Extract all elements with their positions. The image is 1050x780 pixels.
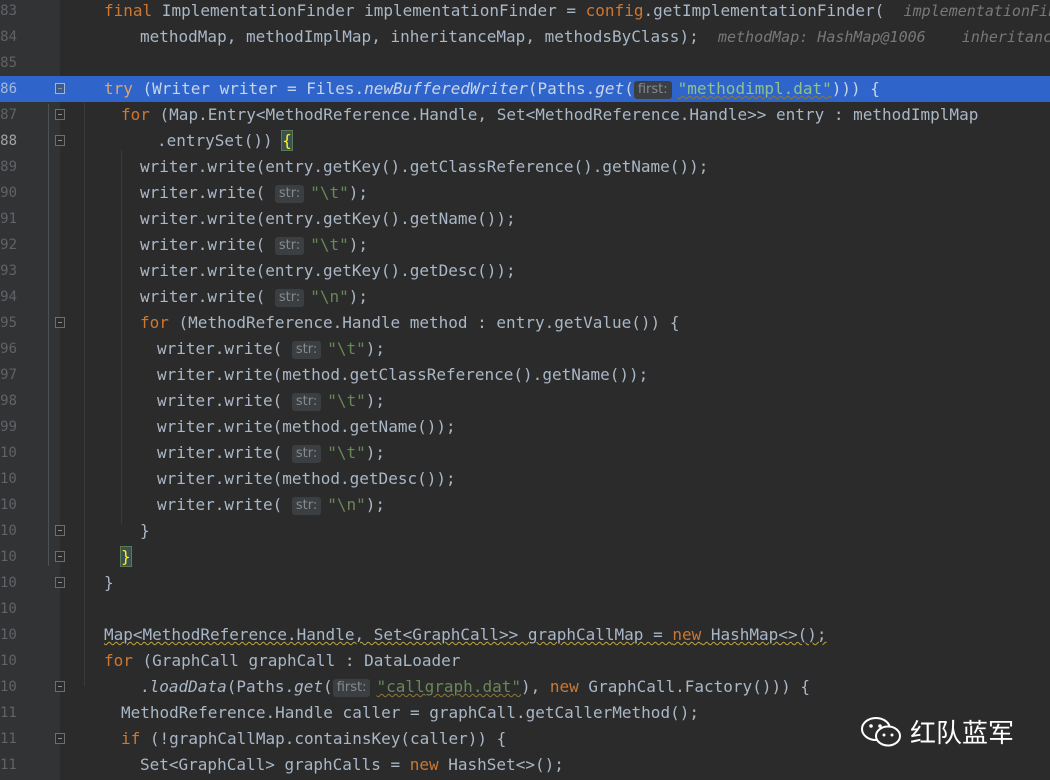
line-number: 96 (0, 341, 17, 357)
code-text: for (GraphCall graphCall : DataLoader (104, 651, 461, 670)
line-number: 86 (0, 81, 17, 97)
code-text: writer.write(entry.getKey().getClassRefe… (140, 157, 709, 176)
line-number: 93 (0, 263, 17, 279)
fold-icon[interactable] (55, 577, 65, 588)
code-line[interactable]: 98 writer.write( str: "\t"); (0, 388, 1050, 414)
line-number: 98 (0, 393, 17, 409)
line-number: 104 (0, 549, 17, 565)
line-number: 102 (0, 497, 17, 513)
fold-icon[interactable] (55, 551, 65, 562)
code-text: writer.write( str: "\t"); (157, 443, 386, 463)
line-number: 103 (0, 523, 17, 539)
code-text: MethodReference.Handle caller = graphCal… (121, 703, 699, 722)
code-text: if (!graphCallMap.containsKey(caller)) { (121, 729, 507, 748)
code-line[interactable]: 91 writer.write(entry.getKey().getName()… (0, 206, 1050, 232)
line-number: 92 (0, 237, 17, 253)
fold-icon[interactable] (55, 109, 65, 120)
code-line[interactable]: 103 } (0, 518, 1050, 544)
code-line[interactable]: 85 (0, 50, 1050, 76)
line-number: 105 (0, 575, 17, 591)
fold-icon[interactable] (55, 83, 65, 94)
line-number: 95 (0, 315, 17, 331)
code-line[interactable]: 101 writer.write(method.getDesc()); (0, 466, 1050, 492)
line-number: 107 (0, 627, 17, 643)
line-number: 97 (0, 367, 17, 383)
line-number: 109 (0, 679, 17, 695)
code-text: writer.write( str: "\t"); (157, 391, 386, 411)
code-line[interactable]: 109 .loadData(Paths.get(first:"callgraph… (0, 674, 1050, 700)
line-number: 112 (0, 757, 17, 773)
code-line[interactable]: 96 writer.write( str: "\t"); (0, 336, 1050, 362)
code-text: writer.write( str: "\n"); (157, 495, 386, 515)
code-line[interactable]: 90 writer.write( str: "\t"); (0, 180, 1050, 206)
code-text: writer.write(entry.getKey().getDesc()); (140, 261, 516, 280)
code-line[interactable]: 93 writer.write(entry.getKey().getDesc()… (0, 258, 1050, 284)
line-number: 110 (0, 705, 17, 721)
code-text: writer.write(method.getName()); (157, 417, 456, 436)
code-line[interactable]: 97 writer.write(method.getClassReference… (0, 362, 1050, 388)
line-number: 84 (0, 29, 17, 45)
code-text: writer.write( str: "\t"); (140, 235, 369, 255)
code-line[interactable]: 92 writer.write( str: "\t"); (0, 232, 1050, 258)
line-number: 87 (0, 107, 17, 123)
code-line[interactable]: 108 for (GraphCall graphCall : DataLoade… (0, 648, 1050, 674)
fold-icon[interactable] (55, 733, 65, 744)
line-number: 91 (0, 211, 17, 227)
line-number: 101 (0, 471, 17, 487)
code-line-highlighted[interactable]: 86 try (Writer writer = Files.newBuffere… (0, 76, 1050, 102)
code-text: writer.write(entry.getKey().getName()); (140, 209, 516, 228)
code-text: try (Writer writer = Files.newBufferedWr… (104, 79, 880, 99)
code-line[interactable]: 95 for (MethodReference.Handle method : … (0, 310, 1050, 336)
code-text: methodMap, methodImplMap, inheritanceMap… (140, 27, 1050, 46)
line-number: 99 (0, 419, 17, 435)
code-line[interactable]: 107 Map<MethodReference.Handle, Set<Grap… (0, 622, 1050, 648)
code-text: .loadData(Paths.get(first: "callgraph.dat… (140, 677, 810, 697)
line-number: 106 (0, 601, 17, 617)
code-text: Map<MethodReference.Handle, Set<GraphCal… (104, 625, 827, 644)
code-text: Set<GraphCall> graphCalls = new HashSet<… (140, 755, 564, 774)
code-line[interactable]: 87 for (Map.Entry<MethodReference.Handle… (0, 102, 1050, 128)
line-number: 85 (0, 55, 17, 71)
code-line[interactable]: 83 final ImplementationFinder implementa… (0, 0, 1050, 24)
code-text: writer.write( str: "\t"); (157, 339, 386, 359)
line-number: 83 (0, 3, 17, 19)
fold-icon[interactable] (55, 681, 65, 692)
code-text: } (120, 546, 132, 567)
code-line[interactable]: 89 writer.write(entry.getKey().getClassR… (0, 154, 1050, 180)
code-line[interactable]: 102 writer.write( str:"\n"); (0, 492, 1050, 518)
line-number: 89 (0, 159, 17, 175)
line-number: 88 (0, 133, 17, 149)
code-text: } (104, 573, 114, 592)
code-text: .entrySet()) { (157, 130, 293, 151)
line-number: 90 (0, 185, 17, 201)
code-line[interactable]: 105 } (0, 570, 1050, 596)
code-text: } (140, 521, 150, 540)
code-text: for (MethodReference.Handle method : ent… (140, 313, 680, 332)
code-text: for (Map.Entry<MethodReference.Handle, S… (121, 105, 979, 124)
watermark: 红队蓝军 (860, 713, 1014, 750)
watermark-text: 红队蓝军 (909, 719, 1014, 749)
code-text: writer.write(method.getClassReference().… (157, 365, 649, 384)
fold-icon[interactable] (55, 317, 65, 328)
fold-icon[interactable] (55, 525, 65, 536)
code-line[interactable]: 106 (0, 596, 1050, 622)
code-line[interactable]: 104 } (0, 544, 1050, 570)
line-number: 100 (0, 445, 17, 461)
code-line[interactable]: 84 methodMap, methodImplMap, inheritance… (0, 24, 1050, 50)
code-text: final ImplementationFinder implementatio… (104, 1, 1050, 20)
code-line[interactable]: 94 writer.write( str: "\n"); (0, 284, 1050, 310)
line-number: 94 (0, 289, 17, 305)
line-number: 111 (0, 731, 17, 747)
code-line[interactable]: 99 writer.write(method.getName()); (0, 414, 1050, 440)
code-text: writer.write(method.getDesc()); (157, 469, 456, 488)
wechat-icon (860, 716, 901, 746)
fold-icon[interactable] (55, 135, 65, 146)
line-number: 108 (0, 653, 17, 669)
code-text: writer.write( str: "\n"); (140, 287, 369, 307)
code-line[interactable]: 100 writer.write( str:"\t"); (0, 440, 1050, 466)
code-line[interactable]: 88 .entrySet()) { (0, 128, 1050, 154)
code-text: writer.write( str: "\t"); (140, 183, 369, 203)
code-line[interactable]: 112 Set<GraphCall> graphCalls = new Hash… (0, 752, 1050, 778)
